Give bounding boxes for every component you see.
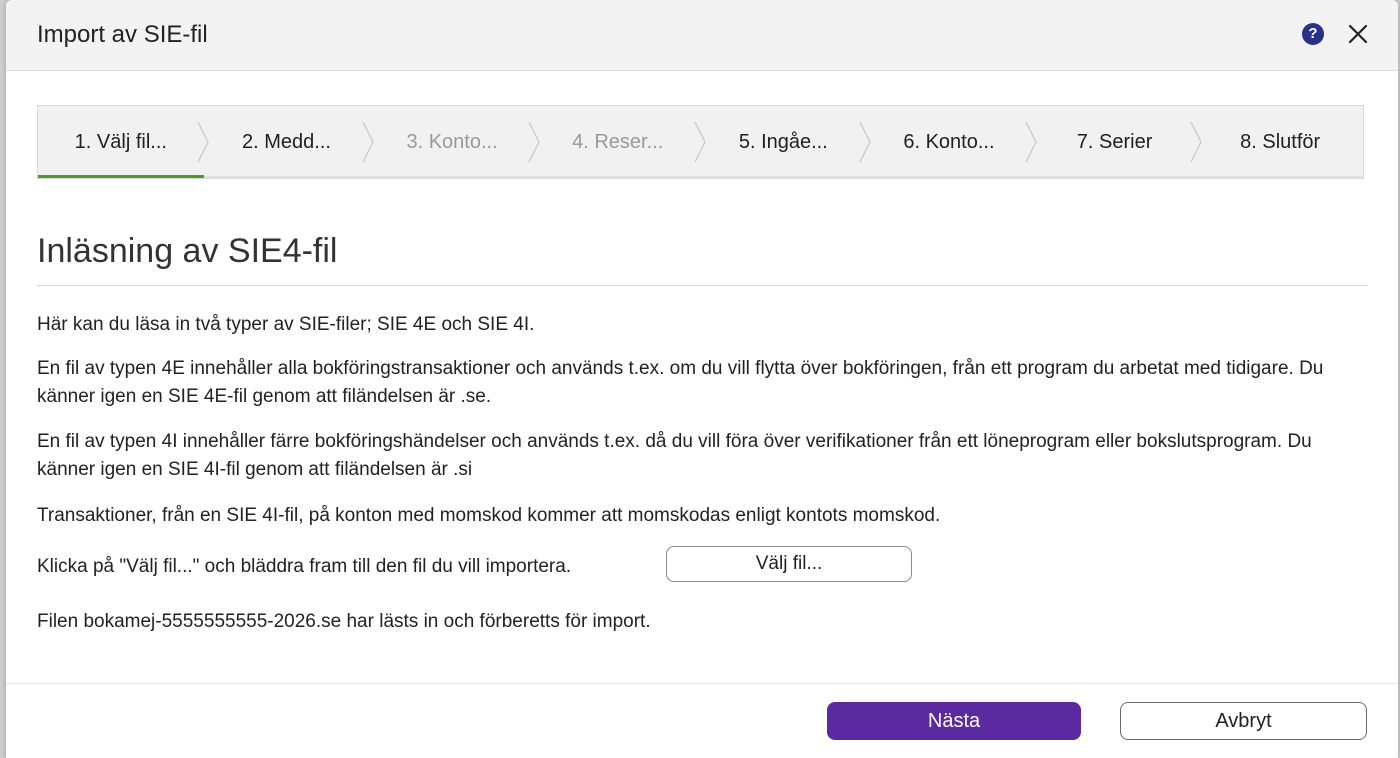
step-separator-chevron-icon — [859, 121, 871, 163]
step-separator-chevron-icon — [196, 121, 209, 163]
wizard-step-4: 4. Reser... — [534, 106, 706, 178]
dialog-titlebar: Import av SIE-fil ? — [6, 0, 1398, 71]
footer-divider — [6, 683, 1398, 684]
choose-file-instruction: Klicka på "Välj fil..." och bläddra fram… — [37, 556, 572, 577]
file-status-text: Filen bokamej-5555555555-2026.se har läs… — [37, 611, 651, 632]
dialog-title: Import av SIE-fil — [37, 21, 208, 48]
wizard-step-label: 8. Slutför — [1240, 131, 1321, 153]
help-icon[interactable]: ? — [1302, 23, 1324, 45]
vat-note: Transaktioner, från en SIE 4I-fil, på ko… — [37, 505, 941, 526]
step-separator-chevron-icon — [528, 121, 540, 163]
wizard-step-label: 4. Reser... — [572, 131, 664, 153]
close-icon[interactable] — [1346, 22, 1370, 46]
cancel-button[interactable]: Avbryt — [1120, 702, 1367, 740]
wizard-step-3: 3. Konto... — [369, 106, 540, 178]
import-dialog: Import av SIE-fil ? 1. Välj fil... 2. Med… — [6, 0, 1398, 758]
heading-divider — [37, 285, 1368, 286]
wizard-step-label: 7. Serier — [1076, 131, 1153, 153]
step-separator-chevron-icon — [362, 121, 375, 163]
choose-file-button[interactable]: Välj fil... — [666, 546, 912, 582]
wizard-step-2[interactable]: 2. Medd... — [203, 106, 375, 178]
step-separator-chevron-icon — [1190, 121, 1203, 163]
page-heading: Inläsning av SIE4-fil — [37, 232, 338, 270]
wizard-step-label: 6. Konto... — [903, 131, 995, 153]
wizard-step-7[interactable]: 7. Serier — [1031, 106, 1203, 178]
step-separator-chevron-icon — [693, 121, 706, 163]
intro-text: Här kan du läsa in två typer av SIE-file… — [37, 314, 535, 335]
wizard-steps: 1. Välj fil... 2. Medd... 3. Konto... 4. Re… — [37, 105, 1364, 179]
sie4i-description: En fil av typen 4I innehåller färre bokf… — [37, 431, 1312, 480]
step-separator-chevron-icon — [1025, 121, 1037, 163]
wizard-step-label: 3. Konto... — [406, 131, 498, 153]
wizard-step-label: 1. Välj fil... — [74, 131, 167, 153]
wizard-step-5[interactable]: 5. Ingåe... — [700, 106, 871, 178]
next-button[interactable]: Nästa — [827, 702, 1081, 740]
sie4e-description: En fil av typen 4E innehåller alla bokfö… — [37, 358, 1324, 407]
wizard-step-6[interactable]: 6. Konto... — [866, 106, 1037, 178]
wizard-step-label: 2. Medd... — [241, 131, 331, 153]
wizard-step-label: 5. Ingåe... — [738, 131, 828, 153]
wizard-step-1[interactable]: 1. Välj fil... — [38, 106, 209, 178]
wizard-step-8[interactable]: 8. Slutför — [1197, 106, 1363, 178]
